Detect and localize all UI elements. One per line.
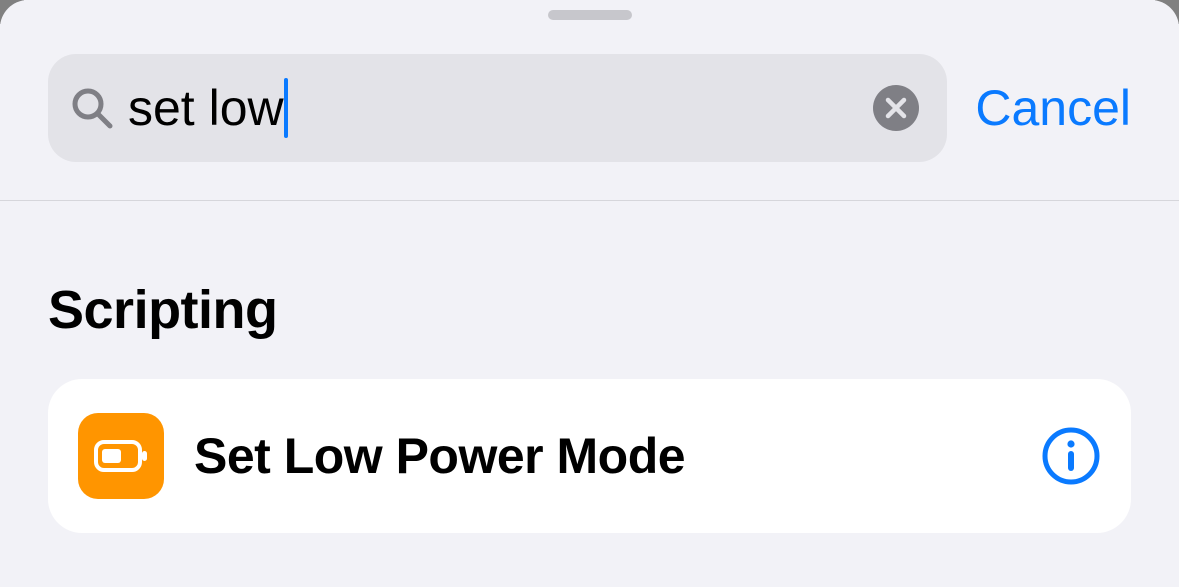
- search-input[interactable]: [128, 79, 873, 137]
- search-bar-row: Cancel: [0, 0, 1179, 201]
- search-field[interactable]: [48, 54, 947, 162]
- search-sheet: Cancel Scripting Set Low Power Mode: [0, 0, 1179, 587]
- results-content: Scripting Set Low Power Mode: [0, 279, 1179, 533]
- info-button[interactable]: [1041, 426, 1101, 486]
- search-icon: [70, 86, 114, 130]
- cancel-button[interactable]: Cancel: [975, 79, 1131, 137]
- section-title-scripting: Scripting: [48, 279, 1131, 341]
- battery-icon: [78, 413, 164, 499]
- search-input-wrap: [128, 54, 873, 162]
- sheet-grabber[interactable]: [548, 10, 632, 20]
- action-row-set-low-power-mode[interactable]: Set Low Power Mode: [48, 379, 1131, 533]
- info-icon: [1042, 427, 1100, 485]
- action-title: Set Low Power Mode: [194, 427, 1011, 485]
- close-icon: [884, 96, 908, 120]
- text-caret: [284, 78, 288, 138]
- clear-search-button[interactable]: [873, 85, 919, 131]
